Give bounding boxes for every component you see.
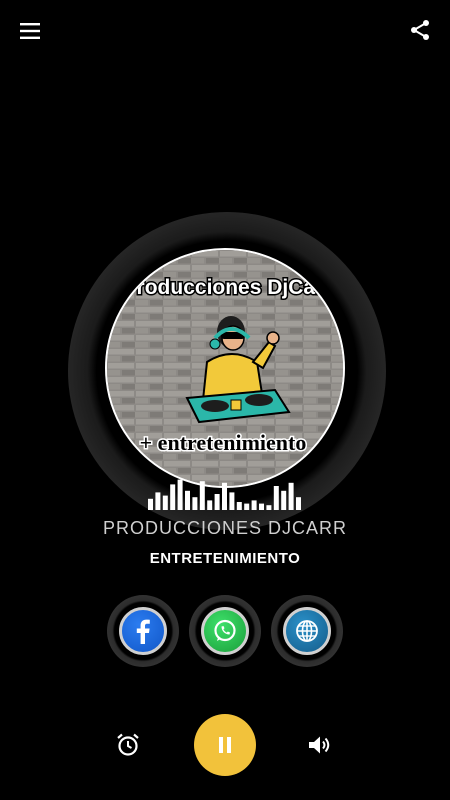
facebook-icon [136,619,150,644]
equalizer-bar [259,503,264,510]
equalizer-bar [229,492,235,510]
top-bar [0,0,450,60]
volume-icon[interactable] [306,732,332,758]
audio-equalizer [148,479,301,510]
pause-button[interactable] [194,714,256,776]
equalizer-bar [177,479,183,510]
equalizer-bar [155,492,161,510]
equalizer-bar [148,498,153,510]
equalizer-bar [199,481,205,510]
equalizer-bar [296,497,301,510]
whatsapp-button[interactable] [189,595,261,667]
station-name: PRODUCCIONES DJCARR [102,518,348,538]
share-icon[interactable] [408,18,432,42]
equalizer-bar [170,484,176,510]
equalizer-bar [281,490,287,510]
globe-icon [296,620,318,642]
logo-top-text: Producciones DjCarr [123,276,332,299]
equalizer-bar [214,494,220,510]
equalizer-bar [222,482,227,510]
equalizer-bar [162,495,168,510]
equalizer-bar [185,490,190,510]
equalizer-bar [236,502,242,510]
pause-icon [219,737,231,753]
whatsapp-icon [214,619,236,642]
website-button[interactable] [271,595,343,667]
equalizer-bar [207,500,213,510]
equalizer-bar [288,482,294,510]
equalizer-bar [192,497,198,510]
station-logo: Producciones DjCarr + entretenimiento [105,248,345,488]
equalizer-bar [273,486,279,510]
equalizer-bar [251,500,257,510]
menu-icon[interactable] [18,19,42,43]
station-subtitle: ENTRETENIMIENTO [149,550,301,567]
facebook-button[interactable] [107,595,179,667]
equalizer-bar [266,505,272,510]
alarm-icon[interactable] [115,732,141,758]
equalizer-bar [244,503,250,510]
logo-bottom-text: + entretenimiento [140,430,307,455]
